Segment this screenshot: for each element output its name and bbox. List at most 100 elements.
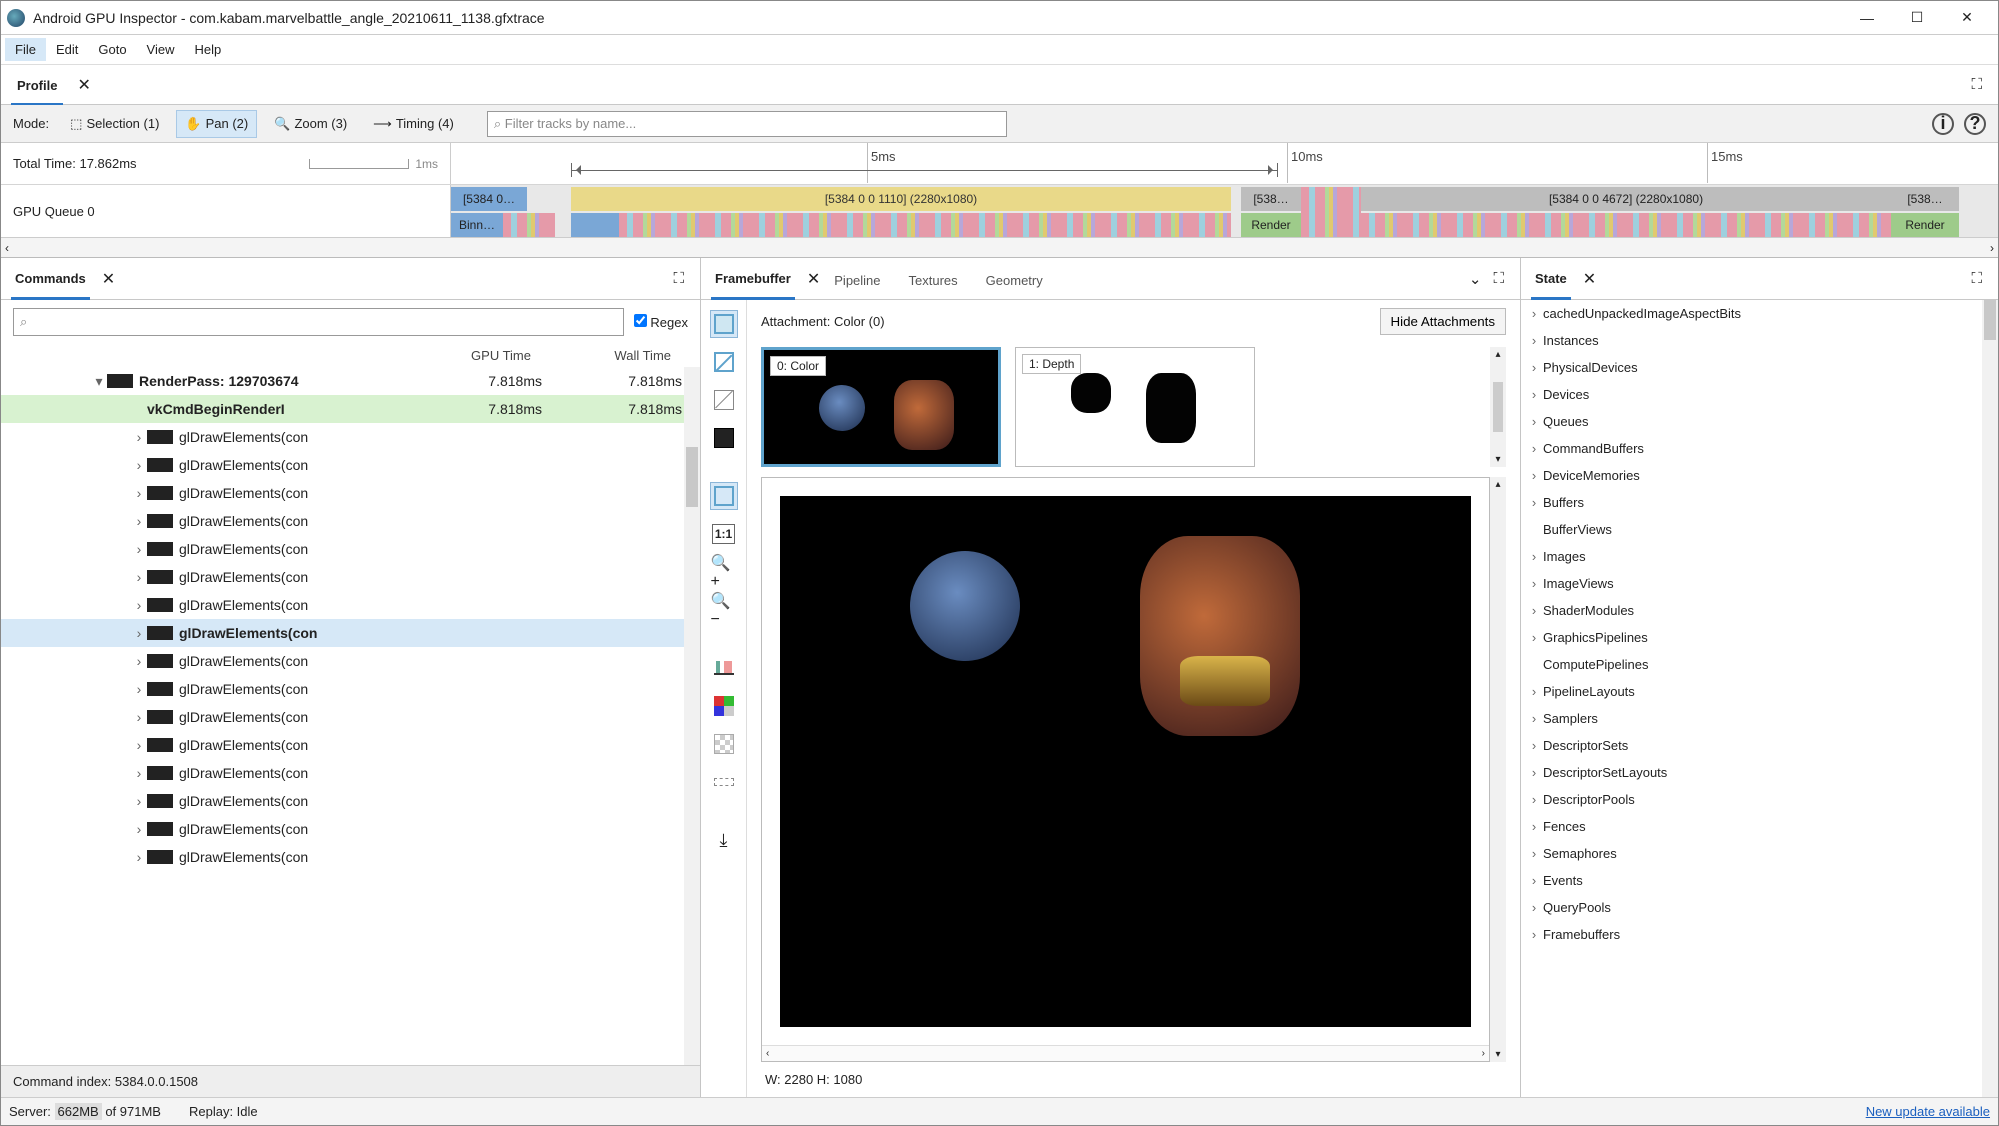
close-button[interactable]: ✕ <box>1942 1 1992 34</box>
menu-view[interactable]: View <box>137 38 185 61</box>
command-row[interactable]: ›glDrawElements(con <box>1 619 700 647</box>
framebuffer-expand-icon[interactable]: ⛶ <box>1493 270 1504 287</box>
commands-search-input[interactable]: ⌕ <box>13 308 624 336</box>
mode-selection[interactable]: ⬚ Selection (1) <box>61 110 168 138</box>
filter-tracks-input[interactable]: ⌕ Filter tracks by name... <box>487 111 1007 137</box>
tab-pipeline[interactable]: Pipeline <box>820 273 894 299</box>
command-row[interactable]: ›glDrawElements(con <box>1 479 700 507</box>
hide-attachments-button[interactable]: Hide Attachments <box>1380 308 1506 335</box>
state-item[interactable]: ›QueryPools <box>1521 894 1998 921</box>
menu-edit[interactable]: Edit <box>46 38 88 61</box>
command-row[interactable]: ▾RenderPass: 1297036747.818ms7.818ms <box>1 367 700 395</box>
seg-4672[interactable]: [5384 0 0 4672] (2280x1080) <box>1361 187 1891 211</box>
state-item[interactable]: ›DescriptorSetLayouts <box>1521 759 1998 786</box>
state-item[interactable]: ›Framebuffers <box>1521 921 1998 948</box>
seg-blue-b[interactable] <box>571 213 619 237</box>
tab-geometry[interactable]: Geometry <box>972 273 1057 299</box>
state-item[interactable]: ›Queues <box>1521 408 1998 435</box>
fb-vscroll[interactable]: ▴▾ <box>1490 477 1506 1062</box>
commands-title[interactable]: Commands <box>11 271 90 300</box>
tab-profile-close-icon[interactable]: ✕ <box>77 75 90 95</box>
seg-render-b[interactable]: Render <box>1891 213 1959 237</box>
seg-binning[interactable]: Binn… <box>451 213 503 237</box>
tool-1to1-icon[interactable]: 1:1 <box>710 520 738 548</box>
tool-checker-icon[interactable] <box>710 730 738 758</box>
tool-flip-icon[interactable] <box>710 768 738 796</box>
regex-checkbox[interactable]: Regex <box>634 314 688 330</box>
state-item[interactable]: ›Samplers <box>1521 705 1998 732</box>
expand-icon[interactable]: ⛶ <box>1971 76 1982 93</box>
state-item[interactable]: ComputePipelines <box>1521 651 1998 678</box>
tool-black-icon[interactable] <box>710 424 738 452</box>
seg-538a[interactable]: [538… <box>1241 187 1301 211</box>
state-item[interactable]: ›Instances <box>1521 327 1998 354</box>
command-row[interactable]: ›glDrawElements(con <box>1 451 700 479</box>
command-row[interactable]: ›glDrawElements(con <box>1 423 700 451</box>
menu-file[interactable]: File <box>5 38 46 61</box>
fb-hscroll[interactable]: ‹› <box>762 1045 1489 1061</box>
state-scrollbar[interactable] <box>1982 300 1998 1097</box>
seg-5384[interactable]: [5384 0… <box>451 187 527 211</box>
state-item[interactable]: ›Fences <box>1521 813 1998 840</box>
tool-download-icon[interactable]: ⤓ <box>710 826 738 854</box>
tool-histogram-icon[interactable] <box>710 654 738 682</box>
command-row[interactable]: ›glDrawElements(con <box>1 591 700 619</box>
selection-span[interactable]: 7.818ms <box>571 163 1278 177</box>
stripes-d[interactable] <box>1361 213 1891 237</box>
command-row[interactable]: ›glDrawElements(con <box>1 675 700 703</box>
tab-framebuffer[interactable]: Framebuffer <box>711 271 795 300</box>
state-item[interactable]: ›ShaderModules <box>1521 597 1998 624</box>
stripes-gap[interactable] <box>1301 187 1361 237</box>
stripes-a[interactable] <box>503 213 555 237</box>
command-row[interactable]: ›glDrawElements(con <box>1 563 700 591</box>
state-item[interactable]: ›CommandBuffers <box>1521 435 1998 462</box>
menu-goto[interactable]: Goto <box>88 38 136 61</box>
commands-expand-icon[interactable]: ⛶ <box>673 270 684 287</box>
mode-pan[interactable]: ✋ Pan (2) <box>176 110 257 138</box>
command-row[interactable]: vkCmdBeginRenderI7.818ms7.818ms <box>1 395 700 423</box>
tool-image-icon[interactable] <box>710 310 738 338</box>
info-icon[interactable]: i <box>1932 113 1954 135</box>
gpu-queue-track[interactable]: [5384 0… Binn… [5384 0 0 1110] (2280x108… <box>451 185 1998 237</box>
state-item[interactable]: ›Devices <box>1521 381 1998 408</box>
command-row[interactable]: ›glDrawElements(con <box>1 787 700 815</box>
command-row[interactable]: ›glDrawElements(con <box>1 759 700 787</box>
tool-fit-icon[interactable] <box>710 482 738 510</box>
state-item[interactable]: ›GraphicsPipelines <box>1521 624 1998 651</box>
state-item[interactable]: ›DeviceMemories <box>1521 462 1998 489</box>
command-row[interactable]: ›glDrawElements(con <box>1 815 700 843</box>
tool-zoom-out-icon[interactable]: 🔍− <box>710 596 738 624</box>
state-item[interactable]: ›Semaphores <box>1521 840 1998 867</box>
help-icon[interactable]: ? <box>1964 113 1986 135</box>
state-item[interactable]: ›Buffers <box>1521 489 1998 516</box>
tool-wireframe-icon[interactable] <box>710 348 738 376</box>
state-item[interactable]: ›Images <box>1521 543 1998 570</box>
state-item[interactable]: ›PipelineLayouts <box>1521 678 1998 705</box>
thumb-color[interactable]: 0: Color <box>761 347 1001 467</box>
commands-close-icon[interactable]: ✕ <box>102 269 115 289</box>
maximize-button[interactable]: ☐ <box>1892 1 1942 34</box>
update-link[interactable]: New update available <box>1866 1104 1990 1119</box>
state-item[interactable]: ›ImageViews <box>1521 570 1998 597</box>
mode-zoom[interactable]: 🔍 Zoom (3) <box>265 110 356 138</box>
state-title[interactable]: State <box>1531 271 1571 300</box>
state-item[interactable]: ›DescriptorPools <box>1521 786 1998 813</box>
tab-profile[interactable]: Profile <box>11 78 63 106</box>
minimize-button[interactable]: ― <box>1842 1 1892 34</box>
command-row[interactable]: ›glDrawElements(con <box>1 703 700 731</box>
state-item[interactable]: ›DescriptorSets <box>1521 732 1998 759</box>
state-close-icon[interactable]: ✕ <box>1583 269 1596 289</box>
command-row[interactable]: ›glDrawElements(con <box>1 535 700 563</box>
command-row[interactable]: ›glDrawElements(con <box>1 843 700 871</box>
menu-help[interactable]: Help <box>185 38 232 61</box>
command-row[interactable]: ›glDrawElements(con <box>1 507 700 535</box>
chevron-down-icon[interactable]: ⌄ <box>1469 270 1482 288</box>
thumbs-scrollbar[interactable]: ▴▾ <box>1490 347 1506 467</box>
tool-zoom-in-icon[interactable]: 🔍+ <box>710 558 738 586</box>
tool-channels-icon[interactable] <box>710 692 738 720</box>
thumb-depth[interactable]: 1: Depth <box>1015 347 1255 467</box>
framebuffer-view[interactable]: ‹› <box>761 477 1490 1062</box>
seg-538b[interactable]: [538… <box>1891 187 1959 211</box>
seg-render-a[interactable]: Render <box>1241 213 1301 237</box>
tab-textures[interactable]: Textures <box>895 273 972 299</box>
